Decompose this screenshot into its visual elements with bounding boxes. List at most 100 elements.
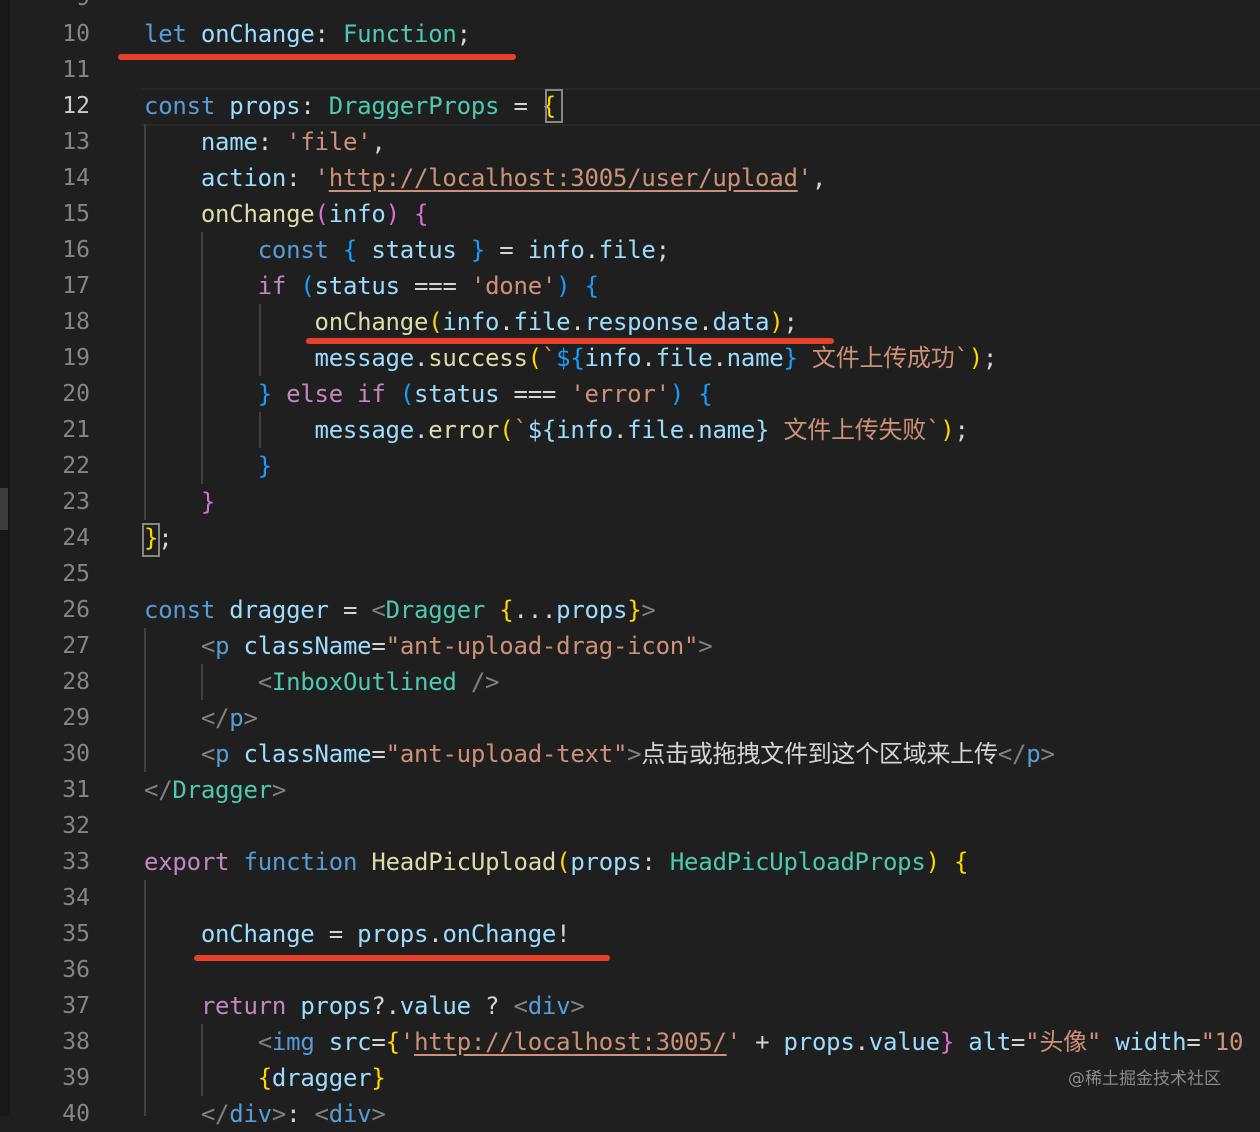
code-token: = [1010,1028,1026,1056]
code-token: file [598,236,656,264]
code-token: name [200,128,258,156]
code-token: ; [158,524,173,552]
code-line[interactable]: 19 message.success(`${info.file.name} 文件… [0,340,1260,376]
watermark: @稀土掘金技术社区 [1068,1069,1221,1089]
code-token: : [257,128,287,156]
code-token: ) [769,308,784,336]
code-line[interactable]: 22 } [0,448,1260,484]
code-line[interactable]: 9 [0,0,1260,16]
code-token: ` [541,344,557,372]
code-token: . [413,344,429,372]
code-line[interactable]: 14 action: 'http://localhost:3005/user/u… [0,160,1260,196]
code-token: info [556,416,613,444]
line-number: 26 [62,597,90,623]
code-token: < [257,1028,272,1056]
code-token: status [314,272,401,300]
code-token: export [144,848,230,876]
code-line[interactable]: 23 } [0,484,1260,520]
code-line[interactable]: 28 <InboxOutlined /> [0,664,1260,700]
line-number: 38 [62,1029,90,1055]
code-token: . [499,308,514,336]
code-line[interactable]: 10 let onChange: Function; [0,16,1260,52]
bracket-match-open [545,89,563,123]
code-line[interactable]: 36 [0,952,1260,988]
code-token: file [627,416,685,444]
line-number: 23 [62,489,90,515]
code-token: HeadPicUploadProps [669,848,926,876]
code-token: : [286,1100,315,1128]
code-line[interactable]: 33 export function HeadPicUpload(props: H… [0,844,1260,880]
code-line[interactable]: 37 return props?.value ? <div> [0,988,1260,1024]
code-token: . [584,236,599,264]
code-line[interactable]: 25 [0,556,1260,592]
code-text: <img src={'http://localhost:3005/' + pro… [144,1024,1244,1060]
code-text: return props?.value ? <div> [144,988,585,1024]
line-number: 19 [62,345,90,371]
code-token: props [570,848,642,876]
code-token: error [428,416,500,444]
code-token: name [726,344,784,372]
code-line[interactable]: 30 <p className="ant-upload-text">点击或拖拽文… [0,736,1260,772]
code-token: ! [556,920,571,948]
code-token: value [399,992,471,1020]
code-line[interactable]: 26 const dragger = <Dragger {...props}> [0,592,1260,628]
code-line[interactable]: 34 [0,880,1260,916]
code-token: onChange [442,920,557,948]
code-line[interactable]: 31 </Dragger> [0,772,1260,808]
code-line[interactable]: 29 </p> [0,700,1260,736]
code-token: props [556,596,628,624]
line-number: 37 [62,993,90,1019]
code-text: <InboxOutlined /> [144,664,500,700]
code-token: = [371,632,386,660]
code-line[interactable]: 40 </div>: <div> [0,1096,1260,1132]
code-token: > [570,992,585,1020]
line-number: 16 [62,237,90,263]
code-token: const [144,92,216,120]
code-text: <p className="ant-upload-drag-icon"> [144,628,713,664]
code-line[interactable]: 18 onChange(info.file.response.data); [0,304,1260,340]
code-text: } else if (status === 'error') { [144,376,713,412]
code-line[interactable]: 12 const props: DraggerProps = { [0,88,1260,124]
code-token: = [371,1028,386,1056]
line-number: 9 [20,0,90,16]
annotation-underline-onchange-call [306,338,834,344]
code-token: "10 [1200,1028,1244,1056]
code-token: ( [527,344,542,372]
code-line[interactable]: 17 if (status === 'done') { [0,268,1260,304]
line-number: 39 [62,1065,90,1091]
line-number: 27 [62,633,90,659]
code-line[interactable]: 38 <img src={'http://localhost:3005/' + … [0,1024,1260,1060]
code-line[interactable]: 16 const { status } = info.file; [0,232,1260,268]
code-token: onChange [314,308,429,336]
code-line[interactable]: 32 [0,808,1260,844]
code-token: ( [499,416,514,444]
code-token: info [584,344,642,372]
code-line[interactable]: 27 <p className="ant-upload-drag-icon"> [0,628,1260,664]
code-line[interactable]: 21 message.error(`${info.file.name} 文件上传… [0,412,1260,448]
code-token: file [513,308,571,336]
code-token: ( [314,200,329,228]
code-token: = [314,920,358,948]
code-token: </ [200,1100,230,1128]
code-line[interactable]: 15 onChange(info) { [0,196,1260,232]
code-line[interactable]: 13 name: 'file', [0,124,1260,160]
code-token: if [257,272,287,300]
indent-guide [201,664,203,700]
code-token: > [371,1100,386,1128]
code-token: { [954,848,969,876]
code-line[interactable]: 20 } else if (status === 'error') { [0,376,1260,412]
code-editor[interactable]: 9 10 let onChange: Function; 11 12 const prop… [0,0,1260,1128]
code-line[interactable]: 35 onChange = props.onChange! [0,916,1260,952]
code-token: http://localhost:3005/ [414,1028,727,1056]
code-token: } [257,380,272,408]
code-line[interactable]: 24}; [0,520,1260,556]
code-token: > [243,704,258,732]
